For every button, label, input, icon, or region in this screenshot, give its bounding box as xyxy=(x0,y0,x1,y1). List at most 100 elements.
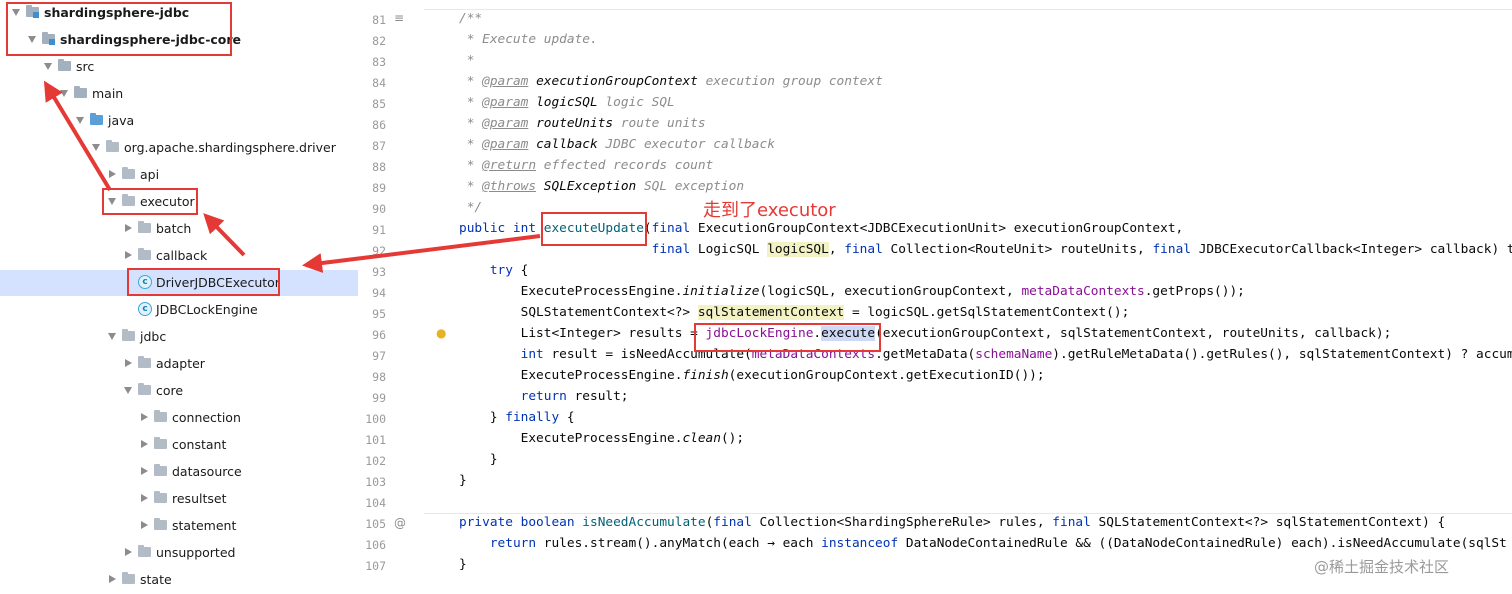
tree-node-driverjdbcexecutor[interactable]: c DriverJDBCExecutor xyxy=(0,270,358,296)
code-line[interactable]: * @return effected records count xyxy=(459,158,714,173)
chevron-down-icon[interactable] xyxy=(44,63,52,70)
tree-node-api[interactable]: api xyxy=(0,162,358,188)
chevron-down-icon[interactable] xyxy=(108,333,116,340)
tree-node-state[interactable]: state xyxy=(0,567,358,593)
code-line[interactable]: final LogicSQL logicSQL, final Collectio… xyxy=(459,242,1512,257)
tree-node-jdbclockengine[interactable]: c JDBCLockEngine xyxy=(0,297,358,323)
line-number: 98 xyxy=(372,370,386,384)
tree-node-constant[interactable]: constant xyxy=(0,432,358,458)
tree-node-unsupported[interactable]: unsupported xyxy=(0,540,358,566)
tree-node-java[interactable]: java xyxy=(0,108,358,134)
chevron-right-icon[interactable] xyxy=(125,548,132,556)
chevron-right-icon[interactable] xyxy=(109,575,116,583)
chevron-down-icon[interactable] xyxy=(108,198,116,205)
package-icon xyxy=(154,410,167,422)
tree-node-statement[interactable]: statement xyxy=(0,513,358,539)
tree-node-label: datasource xyxy=(172,464,242,479)
chevron-right-icon[interactable] xyxy=(125,359,132,367)
code-line[interactable]: return rules.stream().anyMatch(each → ea… xyxy=(459,536,1507,551)
package-icon xyxy=(138,221,151,233)
watermark: @稀土掘金技术社区 xyxy=(1314,558,1450,576)
tree-node-jdbc[interactable]: jdbc xyxy=(0,324,358,350)
code-line[interactable]: * @param logicSQL logic SQL xyxy=(459,95,675,110)
code-line[interactable]: } finally { xyxy=(459,410,575,425)
code-line[interactable]: List<Integer> results = jdbcLockEngine.e… xyxy=(459,326,1391,341)
code-line[interactable]: ExecuteProcessEngine.clean(); xyxy=(459,431,744,446)
line-number: 90 xyxy=(372,202,386,216)
tree-node-core[interactable]: core xyxy=(0,378,358,404)
code-line[interactable]: public int executeUpdate(final Execution… xyxy=(459,221,1183,236)
tree-node-datasource[interactable]: datasource xyxy=(0,459,358,485)
chevron-right-icon[interactable] xyxy=(141,467,148,475)
tree-node-adapter[interactable]: adapter xyxy=(0,351,358,377)
code-line[interactable]: * @param callback JDBC executor callback xyxy=(459,137,775,152)
tree-node-batch[interactable]: batch xyxy=(0,216,358,242)
chevron-right-icon[interactable] xyxy=(141,521,148,529)
code-line[interactable]: * xyxy=(459,53,475,68)
code-line[interactable]: try { xyxy=(459,263,529,278)
chevron-down-icon[interactable] xyxy=(60,90,68,97)
code-line[interactable]: } xyxy=(459,557,467,572)
code-line[interactable]: } xyxy=(459,473,467,488)
package-icon xyxy=(138,383,151,395)
tree-node-label: core xyxy=(156,383,184,398)
code-line[interactable]: int result = isNeedAccumulate(metaDataCo… xyxy=(459,347,1512,362)
chevron-down-icon[interactable] xyxy=(124,387,132,394)
package-icon xyxy=(138,356,151,368)
folder-icon xyxy=(58,59,71,71)
code-line[interactable]: * @param routeUnits route units xyxy=(459,116,706,131)
code-line[interactable]: private boolean isNeedAccumulate(final C… xyxy=(459,515,1445,530)
tree-node-label: statement xyxy=(172,518,237,533)
line-number: 89 xyxy=(372,181,386,195)
chevron-down-icon[interactable] xyxy=(92,144,100,151)
package-icon xyxy=(154,491,167,503)
chevron-down-icon[interactable] xyxy=(76,117,84,124)
chevron-right-icon[interactable] xyxy=(141,494,148,502)
code-line[interactable]: * @param executionGroupContext execution… xyxy=(459,74,883,89)
chevron-down-icon[interactable] xyxy=(12,9,20,16)
code-line[interactable]: */ xyxy=(459,200,482,215)
tree-node-org-apache-shardingsphere-driver[interactable]: org.apache.shardingsphere.driver xyxy=(0,135,358,161)
tree-node-label: shardingsphere-jdbc xyxy=(44,5,190,20)
chevron-right-icon[interactable] xyxy=(125,224,132,232)
tree-node-src[interactable]: src xyxy=(0,54,358,80)
tree-node-shardingsphere-jdbc-core[interactable]: shardingsphere-jdbc-core xyxy=(0,27,358,53)
chevron-right-icon[interactable] xyxy=(141,413,148,421)
code-editor[interactable]: /** * Execute update. * * @param executi… xyxy=(424,0,1512,594)
module-icon xyxy=(26,5,39,18)
package-icon xyxy=(106,140,119,152)
code-line[interactable]: SQLStatementContext<?> sqlStatementConte… xyxy=(459,305,1129,320)
line-number: 84 xyxy=(372,76,386,90)
tree-node-label: adapter xyxy=(156,356,205,371)
tree-node-callback[interactable]: callback xyxy=(0,243,358,269)
line-number: 95 xyxy=(372,307,386,321)
code-line[interactable]: } xyxy=(459,452,498,467)
code-line[interactable]: ExecuteProcessEngine.finish(executionGro… xyxy=(459,368,1045,383)
chevron-right-icon[interactable] xyxy=(109,170,116,178)
package-icon xyxy=(122,167,135,179)
line-number: 107 xyxy=(365,559,386,573)
tree-node-resultset[interactable]: resultset xyxy=(0,486,358,512)
package-icon xyxy=(138,248,151,260)
line-number: 88 xyxy=(372,160,386,174)
code-line[interactable]: /** xyxy=(459,11,482,26)
tree-node-label: resultset xyxy=(172,491,227,506)
tree-node-connection[interactable]: connection xyxy=(0,405,358,431)
code-line[interactable]: * @throws SQLException SQL exception xyxy=(459,179,744,194)
tree-node-shardingsphere-jdbc[interactable]: shardingsphere-jdbc xyxy=(0,0,358,26)
chevron-right-icon[interactable] xyxy=(141,440,148,448)
tree-node-main[interactable]: main xyxy=(0,81,358,107)
chevron-right-icon[interactable] xyxy=(125,251,132,259)
lightbulb-icon[interactable]: ● xyxy=(436,326,446,340)
tree-node-executor[interactable]: executor xyxy=(0,189,358,215)
tree-node-label: executor xyxy=(140,194,195,209)
code-line[interactable]: ExecuteProcessEngine.initialize(logicSQL… xyxy=(459,284,1245,299)
editor-gutter: 81 82 83 84 85 86 87 88 89 90 91 92 93 94 95 96 97 98 99 10… xyxy=(358,0,424,594)
code-line[interactable]: * Execute update. xyxy=(459,32,598,47)
code-line[interactable]: return result; xyxy=(459,389,629,404)
tree-node-label: main xyxy=(92,86,124,101)
chevron-down-icon[interactable] xyxy=(28,36,36,43)
line-number: 87 xyxy=(372,139,386,153)
line-number: 103 xyxy=(365,475,386,489)
tree-node-label: state xyxy=(140,572,172,587)
